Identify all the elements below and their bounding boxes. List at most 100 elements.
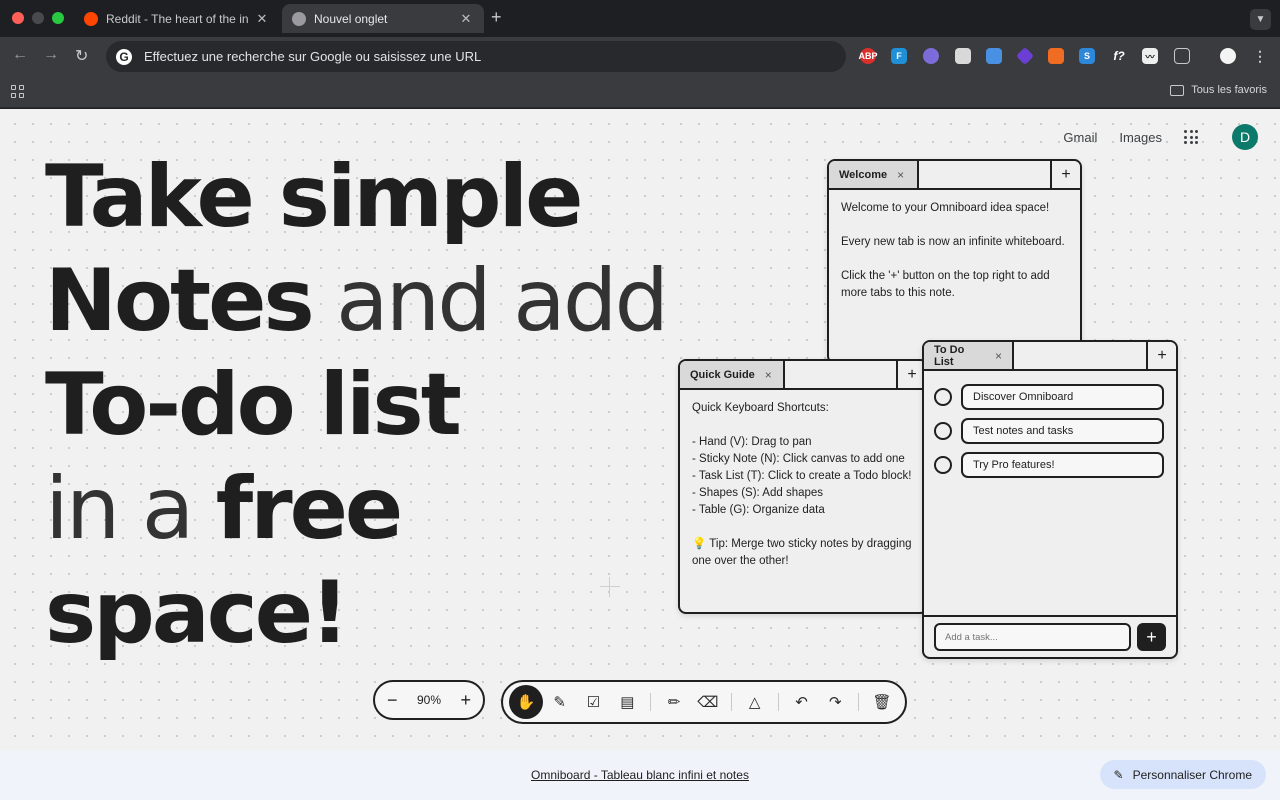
todo-item-text[interactable]: Discover Omniboard — [961, 384, 1164, 410]
all-bookmarks-button[interactable]: Tous les favoris — [1170, 84, 1267, 96]
zoom-in-button[interactable]: + — [460, 690, 471, 711]
guide-tip: 💡 Tip: Merge two sticky notes by draggin… — [692, 538, 912, 567]
note-tab-empty — [1014, 342, 1146, 369]
close-window-button[interactable] — [12, 12, 24, 24]
note-content[interactable]: Quick Keyboard Shortcuts: - Hand (V): Dr… — [680, 390, 926, 580]
f-extension-icon[interactable]: F — [891, 48, 907, 64]
google-top-links: Gmail Images D — [1063, 124, 1258, 150]
drawing-toolbar: ✋ ✎ ☑ ▤ ✏ ⌫ △ ↶ ↷ 🗑 — [501, 680, 907, 724]
back-button[interactable]: ← — [12, 46, 28, 64]
ghost-extension-icon[interactable] — [923, 48, 939, 64]
address-bar[interactable]: G Effectuez une recherche sur Google ou … — [106, 41, 846, 72]
add-task-input[interactable] — [934, 623, 1131, 651]
add-tab-button[interactable]: + — [1050, 161, 1080, 188]
todo-footer: + — [924, 615, 1176, 657]
todo-item-text[interactable]: Try Pro features! — [961, 452, 1164, 478]
hero-heading: Take simple Notes and add To-do list in … — [45, 145, 669, 665]
todo-checkbox[interactable] — [934, 456, 952, 474]
all-bookmarks-label: Tous les favoris — [1191, 84, 1267, 96]
note-tab-label: Quick Guide — [690, 368, 755, 381]
profile-icon[interactable] — [1220, 48, 1236, 64]
tab-title: Nouvel onglet — [314, 11, 388, 26]
forward-button[interactable]: → — [43, 46, 59, 64]
extension-attribution-link[interactable]: Omniboard - Tableau blanc infini et note… — [0, 768, 1280, 782]
chart-extension-icon[interactable]: 〰 — [1142, 48, 1158, 64]
omniboard-canvas[interactable]: Gmail Images D Take simple Notes and add… — [0, 109, 1280, 800]
guide-heading: Quick Keyboard Shortcuts: — [692, 402, 829, 414]
pencil-icon[interactable]: ✏ — [657, 685, 691, 719]
todo-items: Discover Omniboard Test notes and tasks … — [924, 371, 1176, 478]
note-tab-bar: Quick Guide × + — [680, 361, 926, 390]
toolbar-divider — [777, 693, 779, 711]
undo-icon[interactable]: ↶ — [785, 685, 819, 719]
hero-line-1: Take simple — [45, 147, 583, 247]
google-apps-icon[interactable] — [1184, 130, 1198, 144]
hero-line-2-bold: Notes — [45, 251, 315, 351]
close-icon[interactable]: × — [765, 368, 772, 382]
todo-checkbox[interactable] — [934, 422, 952, 440]
formula-extension-icon[interactable]: f? — [1111, 48, 1127, 64]
new-tab-button[interactable]: + — [491, 7, 502, 28]
adblock-extension-icon[interactable]: ABP — [859, 48, 878, 64]
fox-extension-icon[interactable] — [1048, 48, 1064, 64]
canvas-crosshair-icon — [600, 577, 620, 597]
google-icon: G — [116, 48, 132, 65]
triangle-icon[interactable]: △ — [738, 685, 772, 719]
close-tab-icon[interactable]: ✕ — [458, 11, 474, 27]
checklist-icon[interactable]: ☑ — [577, 685, 611, 719]
hand-icon[interactable]: ✋ — [509, 685, 543, 719]
trash-icon[interactable]: 🗑 — [865, 685, 899, 719]
edit-icon[interactable]: ✎ — [543, 685, 577, 719]
add-task-button[interactable]: + — [1137, 623, 1166, 651]
note-tab-welcome[interactable]: Welcome × — [829, 161, 919, 188]
avatar[interactable]: D — [1232, 124, 1258, 150]
table-icon[interactable]: ▤ — [610, 685, 644, 719]
s-extension-icon[interactable]: S — [1079, 48, 1095, 64]
tab-strip: Reddit - The heart of the internet ✕ Nou… — [0, 0, 1280, 37]
close-tab-icon[interactable]: ✕ — [254, 11, 270, 27]
gmail-link[interactable]: Gmail — [1063, 130, 1097, 145]
close-icon[interactable]: × — [897, 168, 904, 182]
menu-icon[interactable]: ⋮ — [1252, 48, 1268, 64]
maximize-window-button[interactable] — [52, 12, 64, 24]
note-tab-quick-guide[interactable]: Quick Guide × — [680, 361, 785, 388]
note-tab-label: Welcome — [839, 168, 888, 181]
note-content[interactable]: Welcome to your Omniboard idea space! Ev… — [829, 190, 1080, 329]
chrome-icon — [292, 11, 306, 26]
reload-button[interactable]: ↻ — [75, 46, 88, 66]
todo-list-note[interactable]: To Do List × + Discover Omniboard Test n… — [922, 340, 1178, 659]
document-extension-icon[interactable] — [955, 48, 971, 64]
hero-line-2-light: and add — [311, 251, 669, 351]
customize-chrome-label: Personnaliser Chrome — [1132, 767, 1252, 782]
eraser-icon[interactable]: ⌫ — [691, 685, 725, 719]
tab-reddit[interactable]: Reddit - The heart of the internet ✕ — [74, 4, 280, 33]
note-tab-label: To Do List — [934, 343, 965, 368]
todo-item-text[interactable]: Test notes and tasks — [961, 418, 1164, 444]
note-tab-todo[interactable]: To Do List × — [924, 342, 1014, 369]
hero-line-3: To-do list — [45, 355, 462, 455]
todo-checkbox[interactable] — [934, 388, 952, 406]
customize-chrome-button[interactable]: ✎ Personnaliser Chrome — [1099, 760, 1266, 789]
zoom-out-button[interactable]: − — [387, 690, 398, 711]
folder-icon — [1170, 84, 1185, 96]
zoom-level: 90% — [416, 693, 442, 707]
hero-line-4-bold: free — [215, 459, 403, 559]
close-icon[interactable]: × — [995, 349, 1002, 363]
pen-extension-icon[interactable] — [986, 48, 1002, 64]
list-item: Test notes and tasks — [934, 418, 1164, 444]
add-tab-button[interactable]: + — [1146, 342, 1176, 369]
diamond-extension-icon[interactable] — [1015, 46, 1035, 66]
browser-toolbar: ← → ↻ G Effectuez une recherche sur Goog… — [0, 37, 1280, 76]
images-link[interactable]: Images — [1119, 130, 1162, 145]
quick-guide-note[interactable]: Quick Guide × + Quick Keyboard Shortcuts… — [678, 359, 928, 614]
minimize-window-button[interactable] — [32, 12, 44, 24]
tab-new-tab[interactable]: Nouvel onglet ✕ — [282, 4, 484, 33]
guide-line: - Sticky Note (N): Click canvas to add o… — [692, 453, 905, 465]
hero-line-4-light: in a — [45, 459, 216, 559]
welcome-note[interactable]: Welcome × + Welcome to your Omniboard id… — [827, 159, 1082, 364]
puzzle-extensions-icon[interactable] — [1174, 48, 1190, 64]
redo-icon[interactable]: ↷ — [818, 685, 852, 719]
hero-line-5: space! — [45, 563, 349, 663]
apps-grid-icon[interactable] — [11, 85, 24, 98]
chevron-down-icon[interactable]: ▼ — [1250, 9, 1271, 30]
